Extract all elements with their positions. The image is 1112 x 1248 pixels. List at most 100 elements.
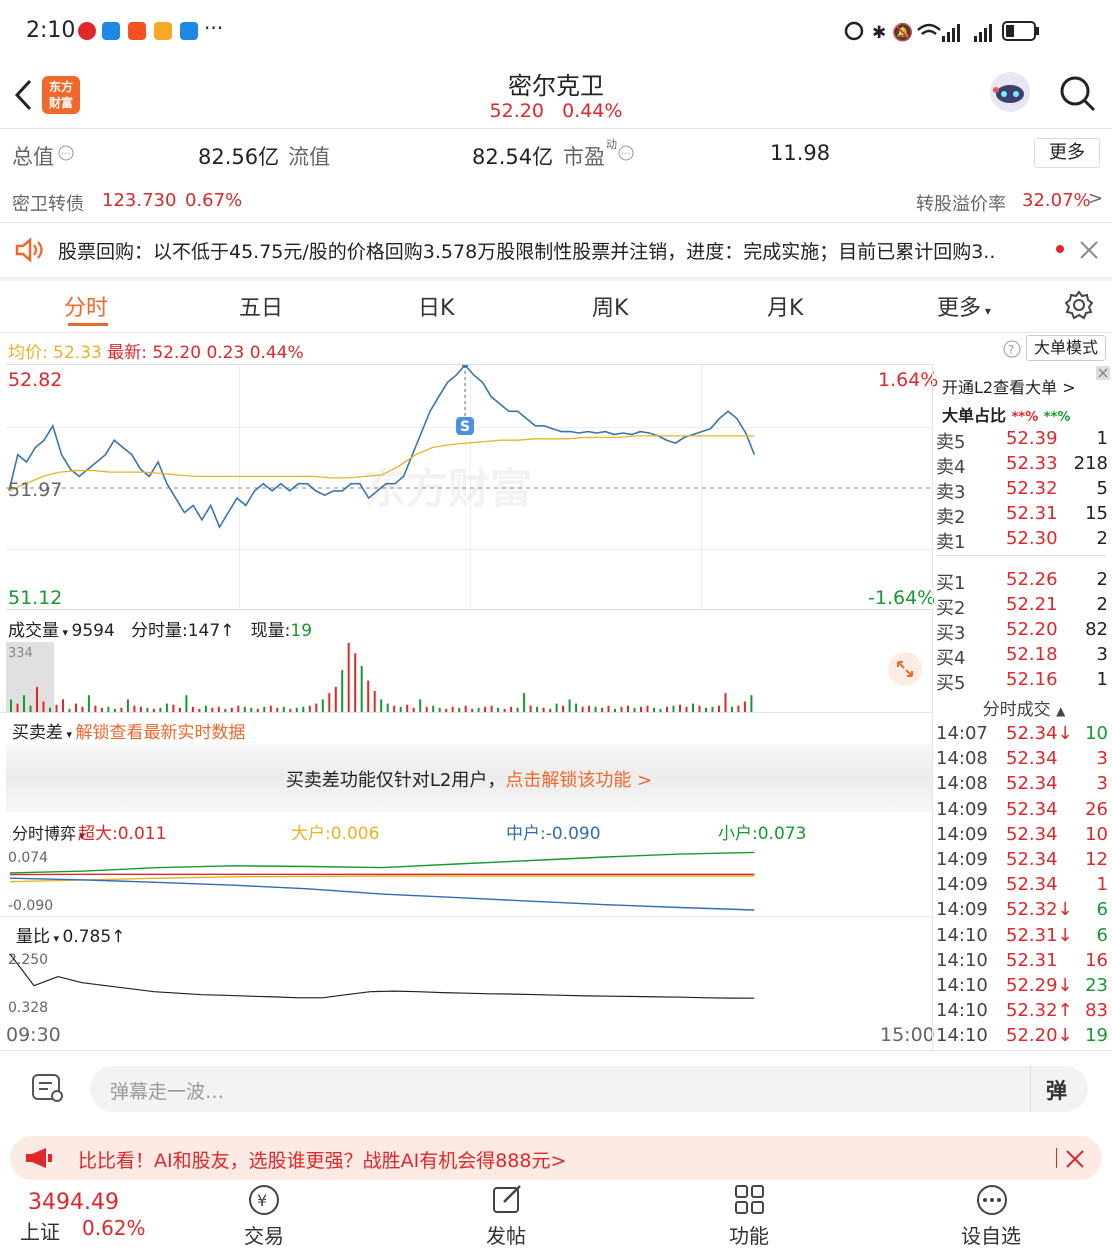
- promo-text: 比比看！AI和股友，选股谁更强？战胜AI有机会得888元>: [78, 1150, 567, 1172]
- nav-trade[interactable]: 交易: [214, 1220, 314, 1248]
- volume-bar: [165, 703, 168, 712]
- volume-panel[interactable]: 成交量 ▾ 9594 分时量:147↑ 现量:19 334: [6, 612, 932, 712]
- big-order-mode-button[interactable]: 大单模式: [1026, 335, 1106, 361]
- buy-order-row[interactable]: 买3 52.20 82: [936, 619, 1112, 644]
- tab-five-day[interactable]: 五日: [239, 290, 283, 322]
- locked-overlay[interactable]: 买卖差功能仅针对L2用户，点击解锁该功能 >: [6, 744, 932, 812]
- tick-time: 14:08: [936, 748, 988, 770]
- tab-weekly-k[interactable]: 周K: [592, 290, 628, 322]
- post-edit-icon[interactable]: [490, 1182, 526, 1218]
- function-grid-icon[interactable]: [732, 1182, 768, 1218]
- tab-intraday[interactable]: 分时: [64, 290, 108, 322]
- danmu-toggle-icon[interactable]: 弹: [1046, 1075, 1067, 1105]
- buy-volume: 3: [1096, 644, 1108, 665]
- help-icon[interactable]: ?: [1002, 339, 1022, 359]
- volume-bar: [10, 699, 12, 712]
- announcement-text: 股票回购：以不低于45.75元/股的价格回购3.578万股限制性股票并注销，进度…: [58, 241, 996, 263]
- price-line: [8, 365, 756, 529]
- sell-order-row[interactable]: 卖4 52.33 218: [936, 453, 1112, 478]
- tick-price: 52.31: [1006, 949, 1058, 971]
- sell-price: 52.30: [1006, 528, 1058, 549]
- volume-bar: [23, 695, 25, 712]
- volume-bar: [380, 699, 383, 712]
- index-pct: 0.62%: [82, 1216, 146, 1240]
- buy-order-row[interactable]: 买5 52.16 1: [936, 669, 1112, 694]
- expand-icon[interactable]: [888, 652, 922, 686]
- marker-label: S: [460, 419, 470, 435]
- intraday-chart[interactable]: 东方财富 S 52.82 51.97 51.12 1.64% -1.64%: [6, 364, 938, 611]
- tick-time: 14:09: [936, 823, 988, 845]
- danmu-input[interactable]: 弹幕走一波… 弹: [90, 1066, 1088, 1112]
- bond-label[interactable]: 密卫转债: [12, 190, 84, 216]
- tick-time: 14:10: [936, 1025, 988, 1047]
- dropdown-icon[interactable]: ▾: [50, 932, 63, 945]
- more-button[interactable]: 更多: [1034, 138, 1100, 168]
- trade-yen-icon[interactable]: ¥: [246, 1182, 282, 1218]
- tick-time: 14:09: [936, 798, 988, 820]
- tab-daily-k[interactable]: 日K: [418, 290, 454, 322]
- buy-order-row[interactable]: 买2 52.21 2: [936, 594, 1112, 619]
- settings-gear-icon[interactable]: [1064, 290, 1094, 320]
- sell-order-row[interactable]: 卖3 52.32 5: [936, 478, 1112, 503]
- volume-bar: [568, 699, 571, 712]
- ticks-header[interactable]: 分时成交 ▲: [936, 695, 1112, 720]
- premium-value: 32.07%: [1022, 190, 1091, 211]
- megaphone-icon: [26, 1148, 52, 1168]
- game-panel[interactable]: 分时博弈 ▾ 超大:0.011 大户:0.006 中户:-0.090 小户:0.…: [6, 814, 932, 916]
- nav-post[interactable]: 发帖: [456, 1220, 556, 1248]
- sell-price: 52.32: [1006, 478, 1058, 499]
- tick-row: 14:09 52.32↓ 6: [936, 899, 1112, 924]
- chevron-right-icon[interactable]: >: [1088, 188, 1103, 209]
- buy-level-label: 买5: [936, 673, 966, 694]
- sell-volume: 2: [1096, 528, 1108, 549]
- premium-label: 转股溢价率: [916, 194, 1006, 215]
- game-label-wrap[interactable]: 分时博弈 ▾: [12, 820, 85, 844]
- volume-ratio-label[interactable]: 量比: [16, 927, 50, 947]
- volume-total: 9594: [71, 621, 115, 641]
- minute-volume-label: 分时量:: [131, 621, 188, 641]
- sell-level-label: 卖5: [936, 432, 966, 453]
- dropdown-icon[interactable]: ▾: [63, 728, 76, 741]
- info-icon[interactable]: ···: [618, 145, 634, 161]
- dropdown-icon[interactable]: ▾: [59, 626, 72, 639]
- buy-order-row[interactable]: 买4 52.18 3: [936, 644, 1112, 669]
- close-icon[interactable]: [1078, 239, 1100, 261]
- buy-order-row[interactable]: 买1 52.26 2: [936, 569, 1112, 594]
- bid-ask-diff-label[interactable]: 买卖差: [12, 723, 63, 743]
- locked-message-text: 买卖差功能仅针对L2用户，: [285, 770, 506, 791]
- unlock-feature-link[interactable]: 点击解锁该功能 >: [505, 770, 652, 791]
- volume-header: 成交量 ▾ 9594 分时量:147↑ 现量:19: [8, 616, 312, 641]
- tab-more[interactable]: 更多 ▾: [937, 290, 991, 322]
- comment-list-icon[interactable]: [30, 1072, 66, 1106]
- sell-order-row[interactable]: 卖5 52.39 1: [936, 428, 1112, 453]
- index-value[interactable]: 3494.49: [28, 1190, 119, 1215]
- add-watchlist-icon[interactable]: [974, 1182, 1010, 1218]
- close-icon[interactable]: [1064, 1148, 1086, 1170]
- nav-function[interactable]: 功能: [699, 1220, 799, 1248]
- sell-order-row[interactable]: 卖1 52.30 2: [936, 528, 1112, 553]
- tick-row: 14:10 52.31 16: [936, 950, 1112, 975]
- avg-label: 均价:: [8, 343, 48, 363]
- total-value-label: 总值: [12, 145, 54, 169]
- volume-label[interactable]: 成交量: [8, 621, 59, 641]
- tick-price: 52.34: [1006, 748, 1058, 770]
- tab-monthly-k[interactable]: 月K: [767, 290, 803, 322]
- tick-time: 14:08: [936, 773, 988, 795]
- unlock-link[interactable]: 解锁查看最新实时数据: [76, 723, 246, 743]
- volume-ratio-panel[interactable]: 量比 ▾ 0.785↑ 2.250 0.328: [6, 918, 932, 1020]
- sell-order-row[interactable]: 卖2 52.31 15: [936, 503, 1112, 528]
- nav-add-watchlist[interactable]: 设自选: [941, 1220, 1041, 1248]
- buy-price: 52.20: [1006, 619, 1058, 640]
- search-icon[interactable]: [1058, 74, 1098, 114]
- robot-avatar-icon[interactable]: [986, 68, 1034, 116]
- volume-bar: [341, 670, 344, 712]
- info-icon[interactable]: ···: [58, 145, 74, 161]
- buy-price: 52.18: [1006, 644, 1058, 665]
- announcement-bar[interactable]: 股票回购：以不低于45.75元/股的价格回购3.578万股限制性股票并注销，进度…: [0, 223, 1112, 277]
- close-icon[interactable]: [1096, 366, 1110, 380]
- game-label[interactable]: 分时博弈: [12, 824, 76, 843]
- promo-banner[interactable]: 比比看！AI和股友，选股谁更强？战胜AI有机会得888元>: [10, 1136, 1102, 1180]
- index-name[interactable]: 上证: [20, 1216, 60, 1245]
- volume-bar: [321, 699, 324, 712]
- l2-link[interactable]: 开通L2查看大单 >: [942, 374, 1076, 398]
